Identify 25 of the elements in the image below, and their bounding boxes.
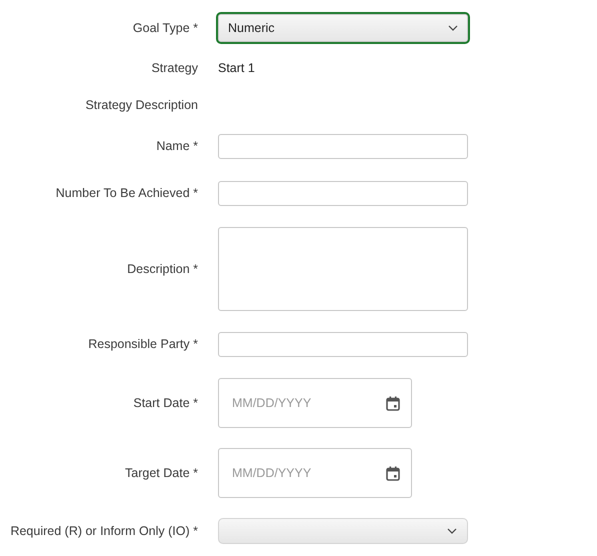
- date-placeholder: MM/DD/YYYY: [232, 394, 312, 412]
- field-label: Name *: [156, 138, 198, 156]
- field-label: Responsible Party *: [88, 336, 198, 354]
- chevron-down-icon: [448, 25, 458, 31]
- field-label: Number To Be Achieved *: [56, 185, 198, 202]
- date-field[interactable]: MM/DD/YYYY: [218, 378, 412, 428]
- date-placeholder: MM/DD/YYYY: [232, 464, 312, 482]
- field-label: Start Date *: [133, 394, 198, 412]
- date-field[interactable]: MM/DD/YYYY: [218, 448, 412, 498]
- field-label: Strategy Description: [85, 96, 198, 114]
- field-label: Goal Type *: [132, 20, 198, 37]
- field-label: Strategy: [151, 60, 198, 77]
- field-label: Target Date *: [125, 464, 198, 482]
- field-label: Description *: [127, 260, 198, 278]
- input-field[interactable]: [218, 332, 468, 357]
- text-area[interactable]: [218, 227, 468, 311]
- field-value: Start 1: [218, 60, 255, 77]
- select-field[interactable]: [218, 518, 468, 544]
- input-field[interactable]: [218, 181, 468, 206]
- field-label: Required (R) or Inform Only (IO) *: [10, 522, 198, 540]
- chevron-down-icon: [447, 528, 457, 534]
- calendar-icon: [386, 396, 400, 410]
- select-field[interactable]: Numeric: [216, 12, 470, 44]
- input-field[interactable]: [218, 134, 468, 159]
- calendar-icon: [386, 466, 400, 480]
